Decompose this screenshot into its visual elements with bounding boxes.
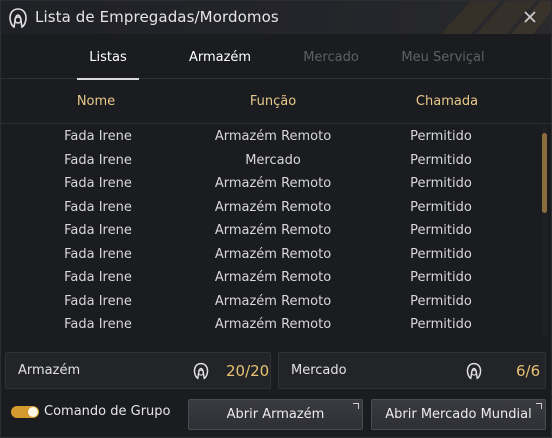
maid-call-status: Permitido — [410, 199, 472, 215]
maid-call-status: Permitido — [410, 176, 472, 191]
maid-function: Armazém Remoto — [214, 270, 332, 285]
maid-call-status: Permitido — [410, 152, 472, 168]
maid-function: Mercado — [245, 152, 301, 168]
tab-bar: Listas Armazém Mercado Meu Serviçal — [1, 39, 551, 80]
list-item[interactable]: Fada Irene Armazém Remoto Permitido — [1, 196, 541, 220]
open-storage-label: Abrir Armazém — [226, 407, 325, 422]
list-item[interactable]: Fada Irene Armazém Remoto Permitido — [1, 125, 541, 149]
maid-call-status: Permitido — [410, 223, 472, 238]
toggle-knob — [28, 407, 38, 417]
storage-capacity-panel: Armazém 20/20 — [5, 352, 271, 389]
maid-function: Armazém Remoto — [214, 199, 332, 215]
maid-function: Armazém Remoto — [214, 129, 332, 144]
list-item[interactable]: Fada Irene Armazém Remoto Permitido — [1, 313, 541, 337]
maid-list-window: Lista de Empregadas/Mordomos Listas Arma… — [0, 0, 552, 438]
maid-name: Fada Irene — [64, 152, 132, 168]
maid-call-status: Permitido — [410, 246, 472, 262]
maid-icon — [466, 362, 482, 380]
header-divider — [1, 123, 551, 124]
close-icon[interactable] — [521, 8, 539, 26]
maid-name: Fada Irene — [64, 223, 132, 238]
group-command-label[interactable]: Comando de Grupo — [44, 404, 170, 419]
maid-name: Fada Irene — [64, 129, 132, 144]
column-header-call[interactable]: Chamada — [397, 87, 497, 117]
maid-call-status: Permitido — [410, 317, 472, 332]
maid-list: Fada Irene Armazém Remoto Permitido Fada… — [1, 125, 541, 337]
maid-icon — [193, 362, 209, 380]
market-capacity-label: Mercado — [291, 363, 347, 378]
maid-function: Armazém Remoto — [214, 246, 332, 262]
list-item[interactable]: Fada Irene Armazém Remoto Permitido — [1, 290, 541, 314]
tab-meu-servical: Meu Serviçal — [401, 50, 485, 65]
tab-armazem[interactable]: Armazém — [181, 39, 259, 79]
scrollbar-thumb[interactable] — [542, 133, 547, 213]
maid-call-status: Permitido — [410, 293, 472, 309]
storage-capacity-label: Armazém — [18, 363, 81, 378]
open-world-market-button[interactable]: Abrir Mercado Mundial — [371, 399, 546, 430]
column-header-function[interactable]: Função — [223, 87, 323, 117]
list-item[interactable]: Fada Irene Armazém Remoto Permitido — [1, 219, 541, 243]
maid-function: Armazém Remoto — [214, 223, 332, 238]
maid-function: Armazém Remoto — [214, 317, 332, 332]
market-capacity-panel: Mercado 6/6 — [278, 352, 546, 389]
external-window-icon — [536, 403, 542, 409]
list-header: Nome Função Chamada — [1, 87, 551, 117]
external-window-icon — [353, 403, 359, 409]
maid-name: Fada Irene — [64, 199, 132, 215]
market-capacity-count: 6/6 — [516, 362, 541, 380]
storage-capacity-count: 20/20 — [226, 362, 270, 380]
column-header-name[interactable]: Nome — [51, 87, 141, 117]
maid-name: Fada Irene — [64, 176, 132, 191]
maid-name: Fada Irene — [64, 317, 132, 332]
maid-name: Fada Irene — [64, 293, 132, 309]
maid-function: Armazém Remoto — [214, 293, 332, 309]
group-command-toggle[interactable] — [11, 406, 39, 418]
list-item[interactable]: Fada Irene Mercado Permitido — [1, 149, 541, 173]
list-item[interactable]: Fada Irene Armazém Remoto Permitido — [1, 243, 541, 267]
maid-icon — [9, 8, 27, 29]
maid-call-status: Permitido — [410, 270, 472, 285]
list-item[interactable]: Fada Irene Armazém Remoto Permitido — [1, 172, 541, 196]
tab-listas[interactable]: Listas — [77, 39, 139, 80]
maid-function: Armazém Remoto — [214, 176, 332, 191]
title-bar[interactable]: Lista de Empregadas/Mordomos — [1, 1, 551, 34]
open-storage-button[interactable]: Abrir Armazém — [188, 399, 363, 430]
list-item[interactable]: Fada Irene Armazém Remoto Permitido — [1, 266, 541, 290]
maid-name: Fada Irene — [64, 270, 132, 285]
maid-call-status: Permitido — [410, 129, 472, 144]
tab-mercado: Mercado — [303, 50, 359, 65]
window-title: Lista de Empregadas/Mordomos — [35, 8, 279, 26]
list-scrollbar[interactable] — [542, 125, 547, 337]
open-world-market-label: Abrir Mercado Mundial — [385, 407, 532, 422]
maid-name: Fada Irene — [64, 246, 132, 262]
